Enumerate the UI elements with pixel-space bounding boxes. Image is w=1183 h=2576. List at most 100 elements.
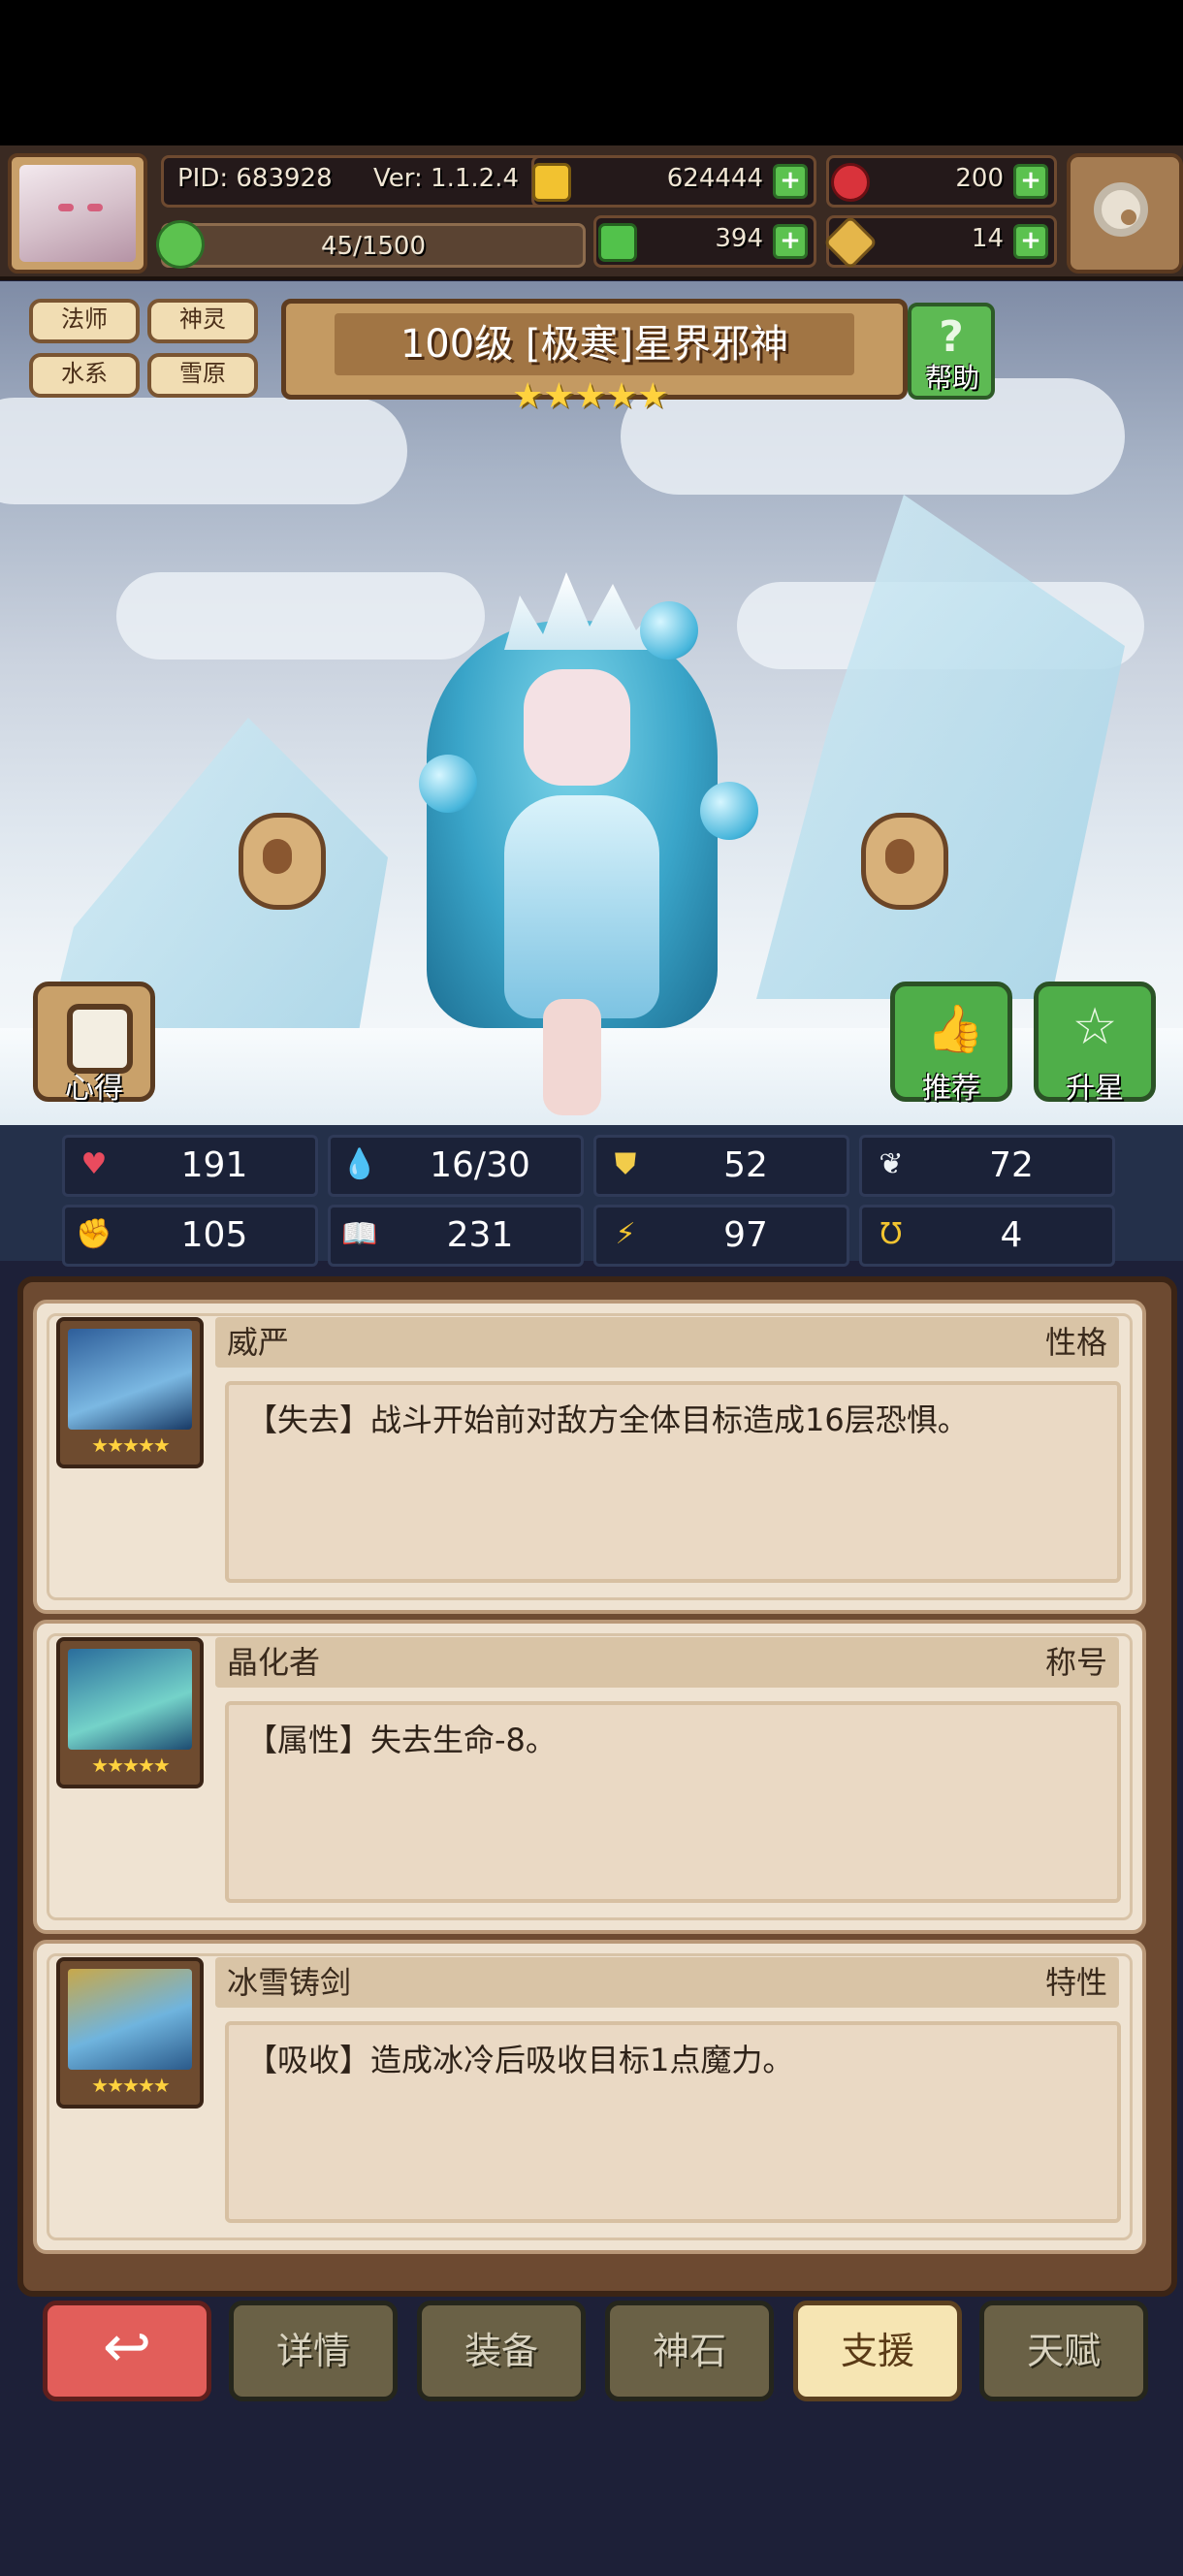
skill-description-box: 【失去】战斗开始前对敌方全体目标造成16层恐惧。	[225, 1381, 1121, 1583]
hero-stars: ★★★★★	[512, 376, 669, 416]
tab-support[interactable]: 支援	[793, 2301, 962, 2401]
gem-amount: 200	[955, 164, 1004, 193]
star-up-label: 升星	[1066, 1072, 1124, 1106]
recommend-label: 推荐	[922, 1072, 980, 1106]
notes-button[interactable]: 心得	[33, 982, 155, 1106]
ice-orb	[700, 782, 758, 840]
skill-portrait: ★★★★★	[56, 1637, 204, 1788]
stamina-value: 45/1500	[320, 232, 426, 261]
skill-type: 称号	[1044, 1644, 1107, 1681]
star-up-button[interactable]: ☆ 升星	[1034, 982, 1156, 1106]
stat-cell: ❦ 72	[859, 1135, 1115, 1197]
recommend-button[interactable]: 👍 推荐	[890, 982, 1012, 1106]
hero-portrait-image	[68, 1329, 192, 1430]
help-button[interactable]: ? 帮助	[908, 303, 995, 400]
speed-icon: ⚡	[615, 1217, 636, 1251]
stat-value: 105	[180, 1215, 248, 1255]
previous-hero-button[interactable]	[239, 813, 326, 910]
portrait-stars: ★★★★★	[91, 2074, 171, 2097]
feather-icon: ❦	[879, 1147, 904, 1181]
stat-cell: ⚡ 97	[593, 1205, 849, 1267]
tag-element: 水系	[29, 353, 140, 398]
skill-description: 【失去】战斗开始前对敌方全体目标造成16层恐惧。	[246, 1401, 969, 1438]
stat-value: 231	[446, 1215, 514, 1255]
add-gold-button[interactable]: +	[773, 164, 808, 199]
clover-amount: 394	[715, 224, 763, 253]
skill-card[interactable]: ★★★★★ 晶化者 称号【属性】失去生命-8。	[33, 1620, 1146, 1934]
gem-counter: 200 +	[826, 155, 1057, 208]
skill-portrait: ★★★★★	[56, 1317, 204, 1468]
stat-cell: ⛊ 52	[593, 1135, 849, 1197]
thumbs-up-icon: 👍	[926, 1002, 984, 1056]
key-amount: 14	[971, 224, 1004, 253]
stat-value: 97	[723, 1215, 768, 1255]
skill-description: 【吸收】造成冰冷后吸收目标1点魔力。	[246, 2042, 794, 2078]
add-key-button[interactable]: +	[1013, 224, 1048, 259]
game-version: Ver: 1.1.2.4	[373, 164, 519, 193]
tag-race: 神灵	[147, 299, 258, 343]
left-arrow-icon	[263, 839, 292, 874]
stat-value: 52	[723, 1145, 768, 1185]
pid-version-panel: PID: 683928 Ver: 1.1.2.4	[161, 155, 572, 208]
back-arrow-icon: ↩	[102, 2313, 152, 2381]
tag-terrain: 雪原	[147, 353, 258, 398]
skill-description: 【属性】失去生命-8。	[246, 1722, 557, 1758]
settings-button[interactable]	[1067, 153, 1183, 274]
stat-value: 4	[1000, 1215, 1023, 1255]
stat-value: 72	[989, 1145, 1034, 1185]
notes-label: 心得	[65, 1072, 123, 1106]
status-bar-area	[0, 0, 1183, 145]
gold-coin-icon	[532, 163, 571, 202]
star-icon: ☆	[1071, 998, 1118, 1056]
skill-card[interactable]: ★★★★★ 威严 性格【失去】战斗开始前对敌方全体目标造成16层恐惧。	[33, 1300, 1146, 1614]
four-leaf-icon	[598, 223, 637, 262]
tab-god-stone[interactable]: 神石	[605, 2301, 774, 2401]
gold-amount: 624444	[666, 164, 763, 193]
skill-name: 冰雪铸剑	[227, 1964, 352, 2001]
gear-icon	[1094, 182, 1148, 237]
hero-portrait-image	[68, 1969, 192, 2070]
ruby-icon	[831, 163, 870, 202]
tab-talent[interactable]: 天赋	[979, 2301, 1148, 2401]
key-counter: 14 +	[822, 214, 1057, 271]
stat-cell: ✊ 105	[62, 1205, 318, 1267]
skill-name: 威严	[227, 1324, 290, 1361]
player-avatar[interactable]	[8, 153, 147, 274]
add-clover-button[interactable]: +	[773, 224, 808, 259]
skill-name-bar: 冰雪铸剑 特性	[215, 1957, 1119, 2008]
skill-card[interactable]: ★★★★★ 冰雪铸剑 特性【吸收】造成冰冷后吸收目标1点魔力。	[33, 1940, 1146, 2254]
next-hero-button[interactable]	[861, 813, 948, 910]
stamina-bar: 45/1500	[156, 220, 586, 269]
hero-title: 100级 [极寒]星界邪神	[400, 322, 789, 367]
skill-portrait: ★★★★★	[56, 1957, 204, 2109]
tag-class: 法师	[29, 299, 140, 343]
gold-counter: 624444 +	[531, 155, 816, 208]
skill-description-box: 【吸收】造成冰冷后吸收目标1点魔力。	[225, 2021, 1121, 2223]
skill-name-bar: 晶化者 称号	[215, 1637, 1119, 1688]
clover-counter: 394 +	[593, 215, 816, 268]
tab-details[interactable]: 详情	[229, 2301, 398, 2401]
skill-name: 晶化者	[227, 1644, 321, 1681]
stat-cell: Ʊ4	[859, 1205, 1115, 1267]
stat-value: 191	[180, 1145, 248, 1185]
stat-cell: ♥ 191	[62, 1135, 318, 1197]
key-icon	[822, 214, 879, 271]
back-button[interactable]: ↩	[43, 2301, 211, 2401]
player-id: PID: 683928	[177, 164, 333, 193]
right-arrow-icon	[885, 839, 914, 874]
tab-equipment[interactable]: 装备	[417, 2301, 586, 2401]
skill-description-box: 【属性】失去生命-8。	[225, 1701, 1121, 1903]
portrait-stars: ★★★★★	[91, 1754, 171, 1777]
add-gem-button[interactable]: +	[1013, 164, 1048, 199]
hero-portrait-image	[68, 1649, 192, 1750]
help-label: 帮助	[924, 362, 979, 394]
stat-cell: 💧 16/30	[328, 1135, 584, 1197]
shield-icon: ⛊	[614, 1147, 637, 1181]
skill-type: 性格	[1044, 1324, 1107, 1361]
horseshoe-icon: Ʊ	[879, 1217, 903, 1251]
ice-orb	[640, 601, 698, 660]
drop-icon: 💧	[341, 1147, 378, 1181]
portrait-stars: ★★★★★	[91, 1433, 171, 1457]
question-icon: ?	[939, 312, 964, 362]
skill-name-bar: 威严 性格	[215, 1317, 1119, 1368]
